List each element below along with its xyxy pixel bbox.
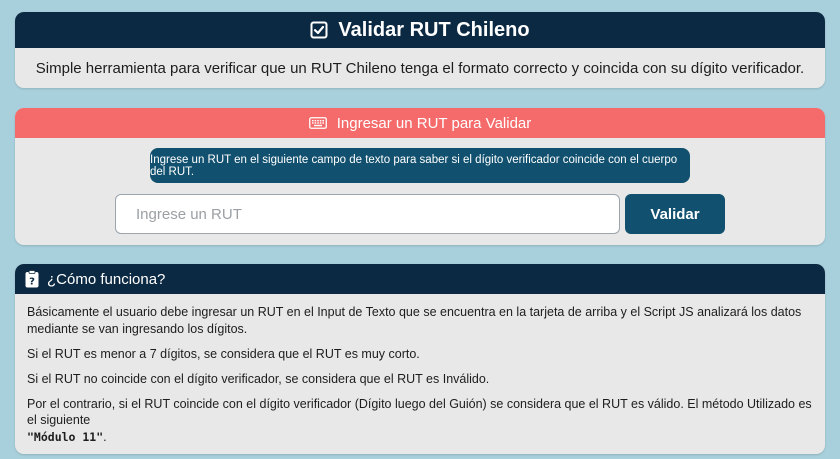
check-square-icon — [310, 21, 328, 39]
method-name: "Módulo 11" — [27, 430, 104, 445]
title-card: Validar RUT Chileno Simple herramienta p… — [15, 12, 825, 88]
page-title: Validar RUT Chileno — [338, 18, 530, 41]
how-paragraph-4-text: Por el contrario, si el RUT coincide con… — [27, 396, 812, 428]
validate-button[interactable]: Validar — [625, 194, 725, 234]
rut-form-card: Ingresar un RUT para Validar Ingrese un … — [15, 108, 825, 245]
keyboard-icon — [308, 117, 327, 129]
how-it-works-card: ? ¿Cómo funciona? Básicamente el usuario… — [15, 264, 825, 454]
form-header-label: Ingresar un RUT para Validar — [336, 114, 532, 132]
rut-input[interactable] — [115, 194, 620, 234]
how-header-label: ¿Cómo funciona? — [47, 270, 166, 288]
svg-text:?: ? — [29, 277, 35, 288]
how-paragraph-4-end: . — [103, 430, 107, 445]
how-paragraph-3: Si el RUT no coincide con el dígito veri… — [27, 371, 490, 386]
how-paragraph-1: Básicamente el usuario debe ingresar un … — [27, 305, 802, 336]
info-message: Ingrese un RUT en el siguiente campo de … — [150, 148, 690, 183]
form-header: Ingresar un RUT para Validar — [15, 108, 825, 138]
how-paragraph-4: Por el contrario, si el RUT coincide con… — [27, 396, 813, 447]
page-subtitle: Simple herramienta para verificar que un… — [35, 59, 805, 77]
clipboard-question-icon: ? — [25, 270, 39, 288]
how-paragraph-2: Si el RUT es menor a 7 dígitos, se consi… — [27, 346, 420, 361]
how-body: Básicamente el usuario debe ingresar un … — [15, 294, 825, 446]
how-header: ? ¿Cómo funciona? — [15, 264, 825, 294]
title-header: Validar RUT Chileno — [15, 12, 825, 48]
